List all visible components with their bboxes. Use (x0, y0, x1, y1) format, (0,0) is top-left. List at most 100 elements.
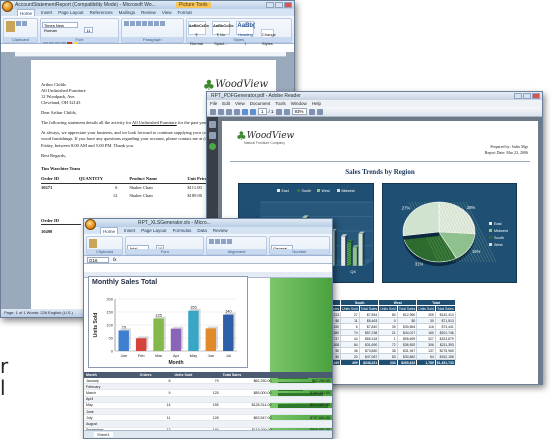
style-normal[interactable]: AaBbCcDc ¶ Normal (187, 21, 209, 46)
maximize-button[interactable] (523, 93, 531, 99)
paste-icon[interactable] (6, 21, 15, 32)
pie-label: 31% (415, 262, 424, 267)
col-order-id: Order ID (41, 174, 79, 184)
signatures-icon[interactable] (209, 143, 216, 150)
bar (135, 338, 147, 351)
fit-page-icon[interactable] (308, 108, 315, 115)
tab-review[interactable]: Review (141, 9, 156, 16)
menu-file[interactable]: File (210, 100, 217, 107)
menu-view[interactable]: View (235, 100, 245, 107)
justify-icon[interactable] (160, 21, 165, 26)
legend-label: Midwest (494, 229, 509, 233)
fit-width-icon[interactable] (316, 108, 323, 115)
previous-page-icon[interactable] (242, 108, 248, 115)
close-button[interactable] (284, 2, 292, 8)
tab-view[interactable]: View (162, 9, 172, 16)
report-title: Sales Trends by Region (345, 168, 415, 176)
numbering-icon[interactable] (130, 21, 135, 26)
pages-icon[interactable] (209, 121, 216, 128)
legend-swatch (489, 229, 492, 232)
page-number-field[interactable]: 1 (258, 108, 267, 115)
search-icon[interactable] (234, 108, 240, 115)
font-size-field[interactable]: 11 (84, 27, 94, 33)
center-icon[interactable] (148, 21, 153, 26)
pdf-menubar: File Edit View Document Tools Window Hel… (207, 100, 542, 107)
alignment-group-label: Alignment (207, 249, 267, 254)
tab-page-layout[interactable]: Page Layout (141, 227, 166, 234)
tab-home[interactable]: Home (17, 9, 36, 16)
report-info: Prepared by: Sales Mgr Report Date: Mar … (485, 144, 528, 155)
horizontal-ruler[interactable] (15, 52, 286, 57)
tab-home[interactable]: Home (100, 227, 119, 234)
worksheet[interactable]: Monthly Sales Total 0 50 100 150 200 Jan 79 Feb… (84, 272, 332, 430)
menu-tools[interactable]: Tools (275, 100, 286, 107)
legend-label: West (322, 189, 330, 193)
cut-icon[interactable] (16, 21, 21, 26)
tab-review[interactable]: Review (213, 227, 228, 234)
pdf-titlebar: RPT_PDFGenerator.pdf - Adobe Reader (207, 92, 542, 100)
fx-icon[interactable]: fx (113, 256, 117, 263)
save-icon[interactable] (210, 108, 216, 115)
office-button[interactable] (2, 1, 13, 12)
x-axis-label: Month (169, 360, 184, 366)
style-heading-1[interactable]: AaBb(Heading 1 (236, 21, 256, 46)
zoom-field[interactable]: 93% (291, 108, 307, 115)
tab-data[interactable]: Data (197, 227, 207, 234)
minimize-button[interactable] (514, 93, 522, 99)
paste-icon[interactable] (89, 239, 97, 248)
monthly-grid: Month Orders Units Sold Total Sales Janu… (84, 372, 332, 430)
wrap-text-icon[interactable] (227, 239, 233, 244)
monthly-sales-chart[interactable]: Monthly Sales Total 0 50 100 150 200 Jan 79 Feb… (88, 276, 248, 368)
align-left-icon[interactable] (209, 239, 215, 244)
side-text-bottom-2: l (0, 376, 6, 400)
menu-help[interactable]: Help (312, 100, 321, 107)
minimize-button[interactable] (266, 2, 274, 8)
menu-document[interactable]: Document (250, 100, 271, 107)
zoom-out-icon[interactable] (275, 108, 282, 115)
font-name-field[interactable]: Times New Roman (42, 22, 78, 33)
copy-icon[interactable] (22, 21, 27, 26)
bar (358, 233, 363, 267)
style-no-spacing[interactable]: AaBbCcDc ¶ No Spaci... (211, 21, 234, 46)
menu-window[interactable]: Window (291, 100, 307, 107)
bookmarks-icon[interactable] (209, 132, 216, 139)
tree-logo-icon: ♣ (202, 77, 216, 94)
align-right-icon[interactable] (154, 21, 159, 26)
zoom-in-icon[interactable] (283, 108, 290, 115)
legend-label: East (494, 222, 503, 226)
align-left-icon[interactable] (142, 21, 147, 26)
sheet-tabs: Sheet1 (84, 430, 332, 438)
logo-text: WoodView (246, 131, 295, 141)
tab-insert[interactable]: Insert (124, 227, 135, 234)
office-button[interactable] (85, 219, 96, 230)
align-right-icon[interactable] (221, 239, 227, 244)
name-box[interactable]: G16 (87, 257, 109, 263)
tab-page-layout[interactable]: Page Layout (58, 9, 83, 16)
tab-insert[interactable]: Insert (41, 9, 52, 16)
sheet-tab-sheet1[interactable]: Sheet1 (94, 432, 113, 437)
maximize-button[interactable] (275, 2, 283, 8)
print-icon[interactable] (218, 108, 224, 115)
picture-tools-tab[interactable]: Picture Tools (176, 2, 211, 8)
tab-mailings[interactable]: Mailings (119, 9, 136, 16)
bullets-icon[interactable] (124, 21, 129, 26)
x-tick-label: May (190, 353, 198, 358)
close-button[interactable] (532, 93, 540, 99)
tab-formulas[interactable]: Formulas (173, 227, 192, 234)
legend-swatch (489, 222, 492, 225)
indent-icon[interactable] (136, 21, 141, 26)
center-icon[interactable] (215, 239, 221, 244)
style-heading-1-sample: AaBb( (237, 23, 256, 29)
word-title: AccountStatementReport (Compatibility Mo… (15, 2, 156, 8)
formula-bar: G16 fx (84, 256, 332, 264)
window-controls (266, 2, 292, 8)
legend-label: Midwest (342, 189, 355, 193)
word-titlebar: AccountStatementReport (Compatibility Mo… (1, 1, 294, 9)
y-tick-label: 100 (106, 323, 113, 328)
tab-format[interactable]: Format (178, 9, 192, 16)
next-page-icon[interactable] (250, 108, 256, 115)
body1-post: for the past year. (176, 120, 208, 126)
menu-edit[interactable]: Edit (222, 100, 230, 107)
email-icon[interactable] (226, 108, 232, 115)
tab-references[interactable]: References (90, 9, 113, 16)
